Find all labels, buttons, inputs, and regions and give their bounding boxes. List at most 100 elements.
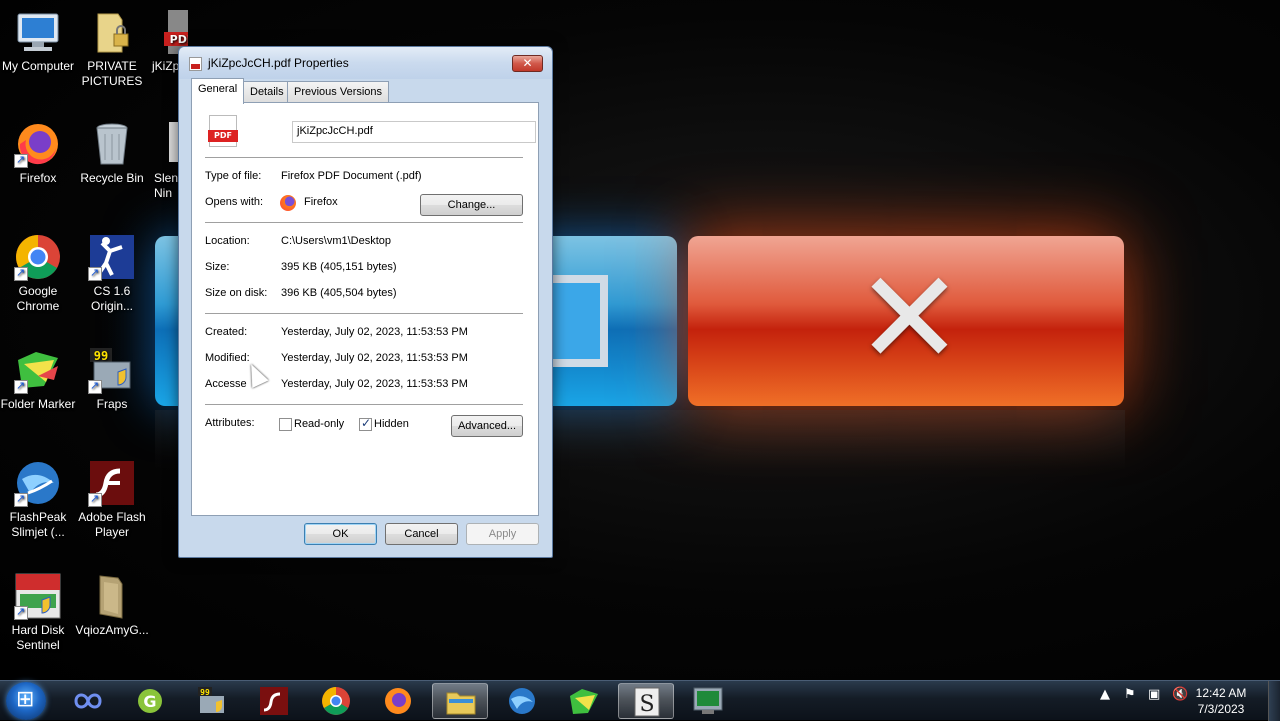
pdf-icon [189,57,202,71]
network-icon[interactable]: ▣ [1148,687,1160,702]
hidden-checkbox[interactable] [359,416,372,431]
dialog-titlebar[interactable]: jKiZpcJcCH.pdf Properties ✕ [179,47,552,79]
slimjet-icon [509,688,535,714]
desktop-icon-fraps[interactable]: 99 Fraps [74,346,150,412]
separator [205,222,523,223]
desktop-icon-private-pictures[interactable]: PRIVATE PICTURES [74,8,150,89]
taskbar-item-garena[interactable]: G [122,683,178,719]
properties-dialog: jKiZpcJcCH.pdf Properties ✕ General Deta… [178,46,553,558]
accessed-label: Accesse [205,378,247,390]
hidden-label[interactable]: Hidden [374,418,409,430]
ok-button[interactable]: OK [304,523,377,545]
desktop-icon-slen[interactable]: Slen Nin [148,120,178,201]
clock-time: 12:42 AM [1195,686,1247,700]
desktop-icon-label: Slen Nin [154,171,178,200]
computer-icon [14,8,62,56]
desktop-icon-label: Adobe Flash Player [78,510,146,539]
taskbar-item-firefox[interactable] [370,683,426,719]
slimjet-icon [14,459,62,507]
type-label: Type of file: [205,170,262,182]
desktop-icon-firefox[interactable]: Firefox [0,120,76,186]
type-value: Firefox PDF Document (.pdf) [281,170,422,182]
desktop-icon-recycle-bin[interactable]: Recycle Bin [74,120,150,186]
taskbar-item-infinity[interactable] [60,683,116,719]
opens-with-value: Firefox [304,196,338,208]
folder-marker-icon [570,689,598,714]
clock-date: 7/3/2023 [1197,702,1245,716]
readonly-checkbox[interactable] [279,418,292,431]
close-button[interactable]: ✕ [512,55,543,72]
readonly-label[interactable]: Read-only [294,418,344,430]
size-label: Size: [205,261,230,273]
show-desktop-button[interactable] [1268,681,1280,721]
fraps-icon: 99 [88,346,136,394]
desktop-icon-adobe-flash[interactable]: Adobe Flash Player [74,459,150,540]
firefox-icon [280,195,296,211]
pdf-badge: PDF [208,130,238,142]
tab-details[interactable]: Details [243,81,291,103]
chrome-icon [14,233,62,281]
pdf-file-icon: PDF [208,115,238,147]
desktop-icon-cs16[interactable]: CS 1.6 Origin... [74,233,150,314]
start-button[interactable] [6,682,46,720]
desktop-icon-label: Hard Disk Sentinel [11,623,65,652]
taskbar-item-slimjet[interactable] [494,683,550,719]
desktop-icon-hard-disk-sentinel[interactable]: Hard Disk Sentinel [0,572,76,653]
firefox-icon [385,688,411,714]
chrome-icon [322,687,350,715]
taskbar-item-file-explorer[interactable] [432,683,488,719]
desktop-icon-label: FlashPeak Slimjet (... [9,510,67,539]
taskbar: G 99 S ▲ ⚑ ▣ 🔇 12:42 AM 7/3/2023 [0,680,1280,721]
taskbar-item-sentinel[interactable]: S [618,683,674,719]
desktop-icon-label: VqiozAmyG... [75,623,149,637]
action-center-flag-icon[interactable]: ⚑ [1124,687,1136,702]
desktop-icon-label: CS 1.6 Origin... [90,284,133,313]
folder-marker-icon [14,346,62,394]
created-value: Yesterday, July 02, 2023, 11:53:53 PM [281,326,468,338]
apply-button[interactable]: Apply [466,523,539,545]
locked-folder-icon [88,8,136,56]
desktop-icon-slimjet[interactable]: FlashPeak Slimjet (... [0,459,76,540]
file-name-input[interactable]: jKiZpcJcCH.pdf [292,121,536,143]
separator [205,313,523,314]
svg-text:PDF: PDF [170,33,188,46]
change-button[interactable]: Change... [420,194,523,216]
separator [205,157,523,158]
dialog-title: jKiZpcJcCH.pdf Properties [208,56,349,70]
desktop-icon-my-computer[interactable]: My Computer [0,8,76,74]
desktop-icon-label: My Computer [1,59,75,73]
accessed-value: Yesterday, July 02, 2023, 11:53:53 PM [281,378,468,390]
location-value: C:\Users\vm1\Desktop [281,235,392,247]
taskbar-item-fraps[interactable]: 99 [184,683,240,719]
general-panel: PDF jKiZpcJcCH.pdf Type of file: Firefox… [191,102,539,516]
attributes-label: Attributes: [205,417,255,429]
firefox-icon [14,120,62,168]
cancel-button[interactable]: Cancel [385,523,458,545]
flash-icon [260,687,288,715]
desktop-icon-label: Fraps [96,397,128,411]
taskbar-item-folder-marker[interactable] [556,683,612,719]
separator [205,404,523,405]
svg-text:G: G [143,692,156,711]
taskbar-item-flash[interactable] [246,683,302,719]
desktop-icon-label: Folder Marker [0,397,76,411]
wallpaper-x-glyph: ✕ [855,242,964,394]
taskbar-item-chrome[interactable] [308,683,364,719]
size-on-disk-value: 396 KB (405,504 bytes) [281,287,397,299]
cs-icon [88,233,136,281]
desktop-icon-folder-marker[interactable]: Folder Marker [0,346,76,412]
advanced-button[interactable]: Advanced... [451,415,523,437]
file-explorer-icon [446,692,476,715]
fraps-icon: 99 [198,687,224,713]
desktop-icon-vqioz-folder[interactable]: VqiozAmyG... [74,572,150,638]
tab-general[interactable]: General [191,78,245,104]
desktop-icon-chrome[interactable]: Google Chrome [0,233,76,314]
desktop-icon-label: Google Chrome [16,284,60,313]
svg-text:S: S [639,692,654,717]
system-clock[interactable]: 12:42 AM 7/3/2023 [1186,685,1256,717]
taskbar-item-hdd-sentinel[interactable] [680,683,736,719]
tab-previous-versions[interactable]: Previous Versions [287,81,390,103]
size-value: 395 KB (405,151 bytes) [281,261,397,273]
show-hidden-icons-icon[interactable]: ▲ [1100,687,1110,702]
size-on-disk-label: Size on disk: [205,287,268,299]
